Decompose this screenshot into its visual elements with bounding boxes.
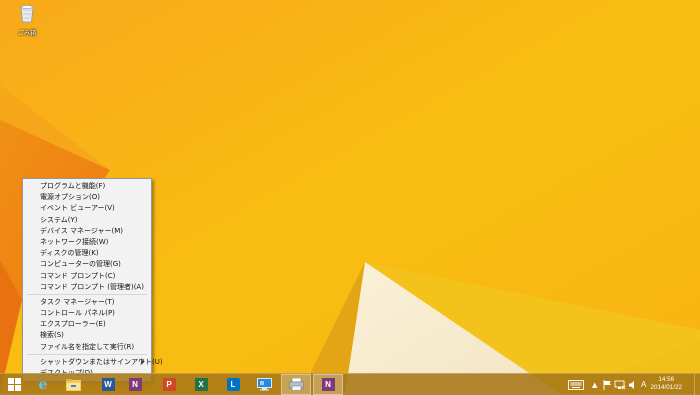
menu-item-power-options[interactable]: 電源オプション(O): [23, 192, 151, 203]
menu-item-network-connections[interactable]: ネットワーク接続(W): [23, 237, 151, 248]
excel-icon: X: [194, 378, 208, 391]
action-center-flag[interactable]: [603, 374, 612, 395]
word-icon: W: [101, 378, 115, 391]
menu-item-file-explorer[interactable]: エクスプローラー(E): [23, 319, 151, 330]
recycle-bin-label: ごみ箱: [17, 30, 36, 37]
taskbar-lync[interactable]: L: [219, 374, 247, 395]
menu-item-device-manager[interactable]: デバイス マネージャー(M): [23, 226, 151, 237]
menu-separator: [27, 294, 147, 296]
taskbar-onenote-clipper[interactable]: N: [313, 374, 343, 395]
chevron-up-icon: ▲: [592, 380, 598, 389]
onenote-icon: N: [128, 378, 142, 391]
printer-icon: [288, 378, 304, 391]
network-status[interactable]: [614, 374, 626, 395]
taskbar-word[interactable]: W: [94, 374, 122, 395]
menu-item-shutdown-or-sign-out[interactable]: シャットダウンまたはサインアウト(U) ▶: [23, 357, 163, 368]
file-explorer-icon: [65, 378, 81, 391]
keyboard-icon: [568, 379, 584, 390]
lync-icon: L: [226, 378, 240, 391]
menu-item-event-viewer[interactable]: イベント ビューアー(V): [23, 203, 151, 214]
taskbar-excel[interactable]: X: [187, 374, 215, 395]
speaker-icon: [629, 380, 634, 389]
recycle-bin-icon: [20, 5, 34, 23]
onenote-clipper-letter: N: [325, 380, 331, 389]
taskbar: e W N P X L N ▲ A 14:56 2014/01/22: [0, 373, 700, 395]
menu-item-search[interactable]: 検索(S): [23, 330, 151, 341]
taskbar-internet-explorer[interactable]: e: [29, 374, 57, 395]
menu-item-control-panel[interactable]: コントロール パネル(P): [23, 308, 151, 319]
volume-control[interactable]: [628, 374, 637, 395]
start-button[interactable]: [0, 374, 28, 395]
menu-item-run[interactable]: ファイル名を指定して実行(R): [23, 342, 151, 353]
recycle-bin[interactable]: ごみ箱: [12, 3, 42, 37]
menu-item-system[interactable]: システム(Y): [23, 215, 151, 226]
taskbar-remote-desktop[interactable]: [250, 374, 278, 395]
menu-item-computer-management[interactable]: コンピューターの管理(G): [23, 259, 151, 270]
show-desktop-button[interactable]: [694, 374, 700, 395]
powerpoint-icon: P: [162, 378, 176, 391]
show-hidden-icons-button[interactable]: ▲: [592, 374, 597, 395]
menu-separator: [27, 354, 147, 356]
power-user-context-menu: プログラムと機能(F) 電源オプション(O) イベント ビューアー(V) システ…: [22, 178, 163, 383]
network-icon: [614, 380, 626, 389]
clock[interactable]: 14:56 2014/01/22: [650, 376, 682, 392]
taskbar-powerpoint[interactable]: P: [155, 374, 183, 395]
menu-item-command-prompt-admin[interactable]: コマンド プロンプト (管理者)(A): [23, 282, 151, 293]
touch-keyboard-button[interactable]: [568, 374, 584, 395]
menu-item-programs-and-features[interactable]: プログラムと機能(F): [23, 181, 151, 192]
windows-logo-icon: [7, 378, 21, 391]
chevron-right-icon: ▶: [141, 358, 145, 365]
remote-desktop-icon: [256, 378, 272, 391]
menu-item-task-manager[interactable]: タスク マネージャー(T): [23, 297, 151, 308]
taskbar-file-explorer[interactable]: [59, 374, 87, 395]
clock-time: 14:56: [658, 376, 675, 383]
menu-item-disk-management[interactable]: ディスクの管理(K): [23, 248, 151, 259]
ime-indicator[interactable]: A: [641, 374, 646, 395]
taskbar-printer[interactable]: [281, 374, 311, 395]
menu-item-command-prompt[interactable]: コマンド プロンプト(C): [23, 271, 151, 282]
taskbar-onenote[interactable]: N: [121, 374, 149, 395]
onenote-clipper-icon: N: [321, 378, 335, 391]
clock-date: 2014/01/22: [650, 384, 682, 391]
flag-icon: [603, 379, 611, 390]
internet-explorer-icon: e: [38, 376, 48, 393]
